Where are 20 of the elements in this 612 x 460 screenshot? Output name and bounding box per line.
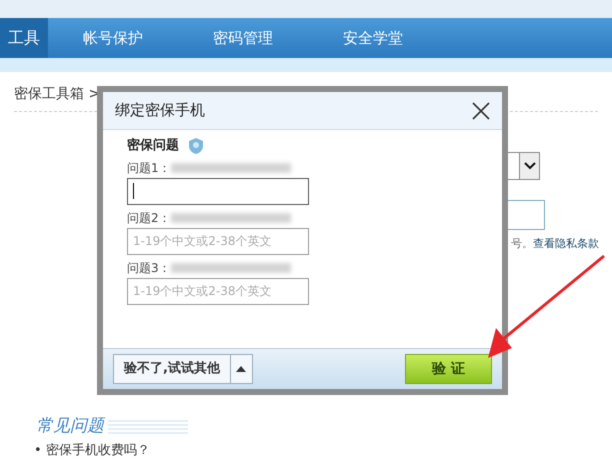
close-icon[interactable] — [472, 102, 490, 120]
answer-field[interactable]: 1-19个中文或2-38个英文 — [127, 228, 309, 254]
nav-tab[interactable]: 工具 — [0, 18, 48, 58]
answer-field[interactable]: 1-19个中文或2-38个英文 — [127, 278, 309, 304]
section-title: 密保问题 — [127, 136, 179, 155]
nav-tab[interactable]: 密码管理 — [178, 18, 308, 58]
question-label: 问题2： — [127, 210, 171, 226]
faq-heading: 常见问题 — [36, 415, 104, 438]
note-text: 号。 — [511, 236, 533, 252]
caret-up-icon — [236, 366, 246, 372]
nav-tab[interactable]: 安全学堂 — [308, 18, 438, 58]
faq-item[interactable]: • 密保手机收费吗？ — [34, 443, 150, 458]
question-label: 问题3： — [127, 260, 171, 276]
verify-button[interactable]: 验 证 — [405, 354, 492, 384]
chevron-down-icon — [519, 153, 539, 179]
privacy-link[interactable]: 查看隐私条款 — [533, 236, 599, 252]
answer-field[interactable] — [127, 178, 309, 204]
dialog-title: 绑定密保手机 — [115, 100, 205, 122]
nav-tab[interactable]: 帐号保护 — [48, 18, 178, 58]
question-label: 问题1： — [127, 160, 171, 176]
